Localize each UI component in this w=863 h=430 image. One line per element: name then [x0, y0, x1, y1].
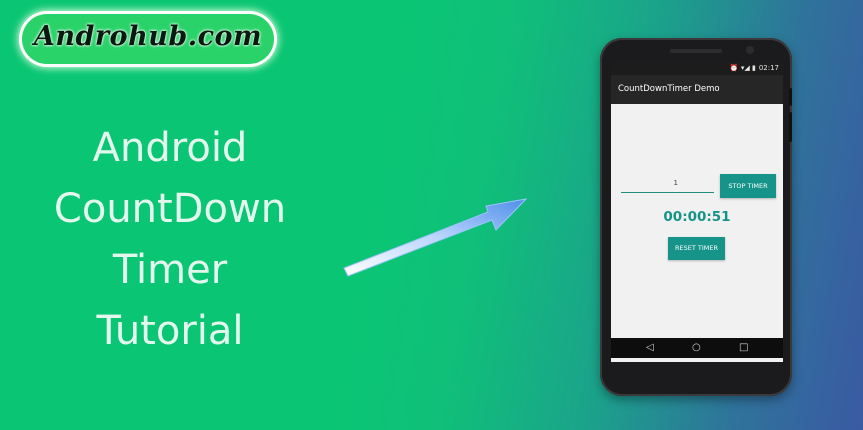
- reset-timer-button[interactable]: RESET TIMER: [668, 237, 725, 260]
- phone-mockup: ⏰ ▾◢ ▮ 02:17 CountDownTimer Demo 1 STOP T…: [600, 38, 792, 396]
- power-button: [789, 112, 792, 142]
- recents-icon[interactable]: □: [739, 342, 748, 354]
- status-icons: ⏰ ▾◢ ▮: [729, 64, 756, 72]
- phone-camera: [746, 46, 754, 54]
- app-bar: CountDownTimer Demo: [611, 75, 783, 104]
- app-title: CountDownTimer Demo: [618, 84, 720, 94]
- brand-logo: Androhub.com: [22, 14, 274, 64]
- timer-display: 00:00:51: [663, 209, 731, 225]
- headline: Android CountDown Timer Tutorial: [20, 118, 320, 362]
- volume-button: [789, 88, 792, 106]
- status-bar: ⏰ ▾◢ ▮ 02:17: [611, 62, 783, 75]
- headline-line: Android: [92, 125, 248, 171]
- status-time: 02:17: [758, 64, 779, 72]
- headline-line: Tutorial: [96, 308, 244, 354]
- stop-timer-button[interactable]: STOP TIMER: [720, 174, 776, 198]
- seconds-input[interactable]: 1: [621, 179, 714, 193]
- nav-bar: ◁ ○ □: [611, 338, 783, 358]
- headline-line: Timer: [112, 247, 228, 293]
- home-icon[interactable]: ○: [692, 342, 701, 354]
- phone-speaker: [670, 49, 722, 53]
- back-icon[interactable]: ◁: [646, 342, 654, 354]
- brand-logo-text: Androhub.com: [33, 21, 263, 52]
- headline-line: CountDown: [53, 186, 287, 232]
- phone-screen: ⏰ ▾◢ ▮ 02:17 CountDownTimer Demo 1 STOP T…: [611, 62, 783, 362]
- arrow-icon: [343, 198, 528, 277]
- seconds-input-value: 1: [673, 179, 678, 187]
